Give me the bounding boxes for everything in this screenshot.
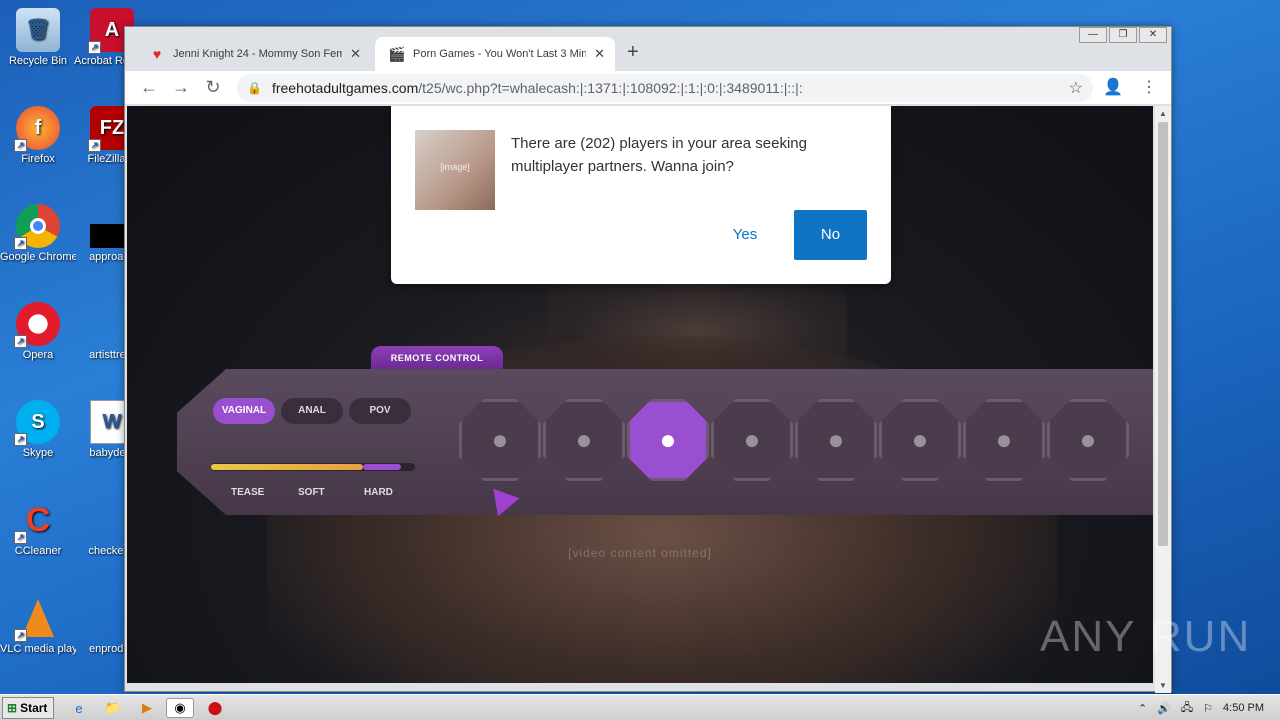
menu-kebab-icon[interactable]: ⋮ <box>1141 77 1157 97</box>
tab-strip: ♥ Jenni Knight 24 - Mommy Son Femdo ✕ 🎬 … <box>125 27 1171 71</box>
intensity-fill-hard <box>363 464 401 470</box>
mode-button-anal[interactable]: ANAL <box>281 398 343 424</box>
toolbar-right: 👤 ⋮ <box>1103 77 1157 97</box>
intensity-fill <box>211 464 363 470</box>
intensity-slider[interactable] <box>211 463 415 471</box>
mode-button-vaginal[interactable]: VAGINAL <box>213 398 275 424</box>
url-path: /t25/wc.php?t=whalecash:|:1371:|:108092:… <box>418 80 803 96</box>
vlc-icon: ↗ <box>14 596 60 642</box>
start-button[interactable]: ⊞ Start <box>2 697 54 719</box>
opera-icon: ↗ <box>14 302 60 348</box>
level-label-tease: TEASE <box>231 487 265 498</box>
anyrun-watermark: ANY RUN <box>1040 612 1252 661</box>
reload-button[interactable]: ↻ <box>197 77 229 98</box>
ccleaner-icon: C ↗ <box>14 498 60 544</box>
position-button[interactable]: ● <box>627 399 709 481</box>
position-button[interactable]: ● <box>1047 399 1129 481</box>
notification-popup: [image] There are (202) players in your … <box>391 106 891 284</box>
heart-icon: ♥ <box>152 46 162 62</box>
popup-yes-button[interactable]: Yes <box>721 210 769 260</box>
volume-icon[interactable]: 🔊 <box>1157 702 1171 715</box>
desktop-icon-recycle-bin[interactable]: 🗑 Recycle Bin <box>0 8 76 68</box>
scroll-up-icon[interactable]: ▲ <box>1155 109 1171 118</box>
popup-thumbnail: [image] <box>415 130 495 210</box>
window-controls: — ❐ ✕ <box>1077 27 1167 43</box>
desktop-icon-vlc[interactable]: ↗ VLC media player <box>0 596 76 656</box>
tab-jenni-knight[interactable]: ♥ Jenni Knight 24 - Mommy Son Femdo ✕ <box>135 37 371 71</box>
opera-taskbar-icon[interactable]: ⬤ <box>204 698 226 718</box>
mode-button-pov[interactable]: POV <box>349 398 411 424</box>
position-button[interactable]: ● <box>543 399 625 481</box>
tray-expand-icon[interactable]: ⌃ <box>1138 702 1147 715</box>
close-tab-icon[interactable]: ✕ <box>594 46 605 62</box>
page-viewport: [video content omitted] REMOTE CONTROL V… <box>127 106 1153 683</box>
media-player-icon[interactable]: ▶ <box>136 698 158 718</box>
mode-controls: VAGINAL ANAL POV TEASE SOFT HARD <box>203 383 453 501</box>
url-host: freehotadultgames.com <box>271 80 419 96</box>
desktop-icon-firefox[interactable]: f ↗ Firefox <box>0 106 76 166</box>
maximize-button[interactable]: ❐ <box>1109 27 1137 43</box>
thumbnail-placeholder: [image] <box>440 162 470 172</box>
lock-icon: 🔒 <box>247 81 262 95</box>
tab-porn-games[interactable]: 🎬 Porn Games - You Won't Last 3 Minu ✕ <box>375 37 615 71</box>
chrome-taskbar-icon[interactable]: ◉ <box>166 698 194 718</box>
remote-control-panel: VAGINAL ANAL POV TEASE SOFT HARD ● ● ● ●… <box>177 369 1153 515</box>
popup-message: There are (202) players in your area see… <box>511 135 807 175</box>
desktop-icon-chrome[interactable]: ↗ Google Chrome <box>0 204 76 264</box>
vertical-scrollbar[interactable]: ▲ ▼ <box>1155 106 1171 693</box>
clock[interactable]: 4:50 PM <box>1223 702 1264 714</box>
close-window-button[interactable]: ✕ <box>1139 27 1167 43</box>
forward-button[interactable]: → <box>165 77 197 98</box>
new-tab-button[interactable]: + <box>627 41 639 64</box>
skype-icon: S ↗ <box>14 400 60 446</box>
position-button[interactable]: ● <box>963 399 1045 481</box>
position-button[interactable]: ● <box>459 399 541 481</box>
windows-logo-icon: ⊞ <box>7 701 18 715</box>
network-icon[interactable]: 🖧 <box>1181 699 1193 718</box>
level-label-hard: HARD <box>364 487 393 498</box>
bookmark-star-icon[interactable]: ☆ <box>1069 78 1083 98</box>
flag-icon[interactable]: ⚐ <box>1203 702 1213 715</box>
browser-toolbar: ← → ↻ 🔒 freehotadultgames.com/t25/wc.php… <box>125 71 1171 105</box>
level-label-soft: SOFT <box>298 487 325 498</box>
position-button[interactable]: ● <box>711 399 793 481</box>
chrome-icon: ↗ <box>14 204 60 250</box>
popup-no-button[interactable]: No <box>794 210 867 260</box>
ie-icon[interactable]: e <box>68 698 90 718</box>
desktop-icon-skype[interactable]: S ↗ Skype <box>0 400 76 460</box>
system-tray: ⌃ 🔊 🖧 ⚐ 4:50 PM <box>1138 695 1280 720</box>
browser-window: ♥ Jenni Knight 24 - Mommy Son Femdo ✕ 🎬 … <box>124 26 1172 693</box>
desktop-icon-opera[interactable]: ↗ Opera <box>0 302 76 362</box>
scrollbar-thumb[interactable] <box>1158 122 1168 546</box>
back-button[interactable]: ← <box>133 77 165 98</box>
profile-icon[interactable]: 👤 <box>1103 77 1123 97</box>
position-button[interactable]: ● <box>795 399 877 481</box>
taskbar: ⊞ Start e 📁 ▶ ◉ ⬤ ⌃ 🔊 🖧 ⚐ 4:50 PM <box>0 694 1280 720</box>
firefox-icon: f ↗ <box>14 106 60 152</box>
address-bar[interactable]: 🔒 freehotadultgames.com/t25/wc.php?t=wha… <box>237 74 1093 102</box>
clapper-icon: 🎬 <box>388 45 406 62</box>
explorer-folder-icon[interactable]: 📁 <box>102 698 124 718</box>
position-button[interactable]: ● <box>879 399 961 481</box>
remote-control-tab: REMOTE CONTROL <box>371 346 503 370</box>
recycle-bin-icon: 🗑 <box>16 8 60 52</box>
minimize-button[interactable]: — <box>1079 27 1107 43</box>
content-placeholder: [video content omitted] <box>568 546 712 560</box>
close-tab-icon[interactable]: ✕ <box>350 46 361 62</box>
desktop-icon-ccleaner[interactable]: C ↗ CCleaner <box>0 498 76 558</box>
scroll-down-icon[interactable]: ▼ <box>1155 681 1171 690</box>
